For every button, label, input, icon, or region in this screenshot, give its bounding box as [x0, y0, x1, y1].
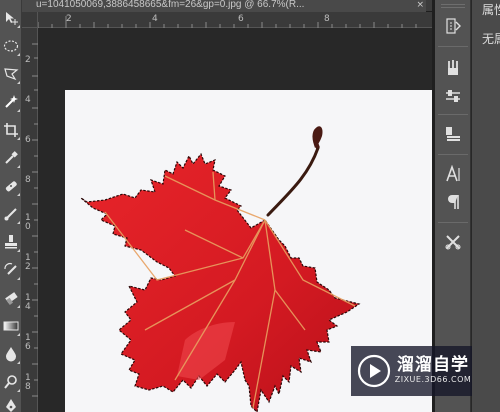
horizontal-ruler[interactable] [38, 12, 432, 28]
horizontal-ruler-mark: 4 [152, 14, 158, 24]
lasso-tool-icon[interactable] [0, 60, 22, 88]
history-icon[interactable] [439, 14, 467, 38]
brush-tool-icon[interactable] [0, 200, 22, 228]
history-brush-tool-icon[interactable] [0, 256, 22, 284]
move-tool-icon[interactable] [0, 4, 22, 32]
marquee-tool-icon[interactable] [0, 32, 22, 60]
panel-separator [438, 46, 468, 47]
panel-separator [438, 154, 468, 155]
watermark: 溜溜自学 ZIXUE.3D66.COM [351, 346, 472, 396]
panel-separator [438, 114, 468, 115]
watermark-logo-icon [357, 354, 391, 388]
vertical-ruler-mark: 8 [25, 175, 31, 185]
horizontal-ruler-ticks [38, 16, 417, 28]
vertical-ruler-mark: 1 4 [25, 293, 31, 312]
tools-icon[interactable] [439, 230, 467, 254]
watermark-brand: 溜溜自学 [397, 355, 469, 375]
blur-tool-icon[interactable] [0, 340, 22, 368]
tools-toolbar [0, 0, 22, 412]
watermark-url: ZIXUE.3D66.COM [394, 375, 472, 384]
horizontal-ruler-mark: 6 [238, 14, 244, 24]
vertical-ruler[interactable]: 2 4 6 8 1 0 1 2 1 4 1 6 1 8 [22, 28, 38, 412]
panel-grip-icon[interactable] [441, 4, 465, 8]
brush-presets-icon[interactable] [439, 56, 467, 80]
gradient-tool-icon[interactable] [0, 312, 22, 340]
horizontal-ruler-mark: 2 [66, 14, 72, 24]
healing-brush-tool-icon[interactable] [0, 172, 22, 200]
adjustments-icon[interactable] [439, 84, 467, 108]
crop-tool-icon[interactable] [0, 116, 22, 144]
eraser-tool-icon[interactable] [0, 284, 22, 312]
magic-wand-tool-icon[interactable] [0, 88, 22, 116]
vertical-ruler-mark: 1 2 [25, 253, 31, 272]
vertical-ruler-mark: 1 0 [25, 213, 31, 232]
properties-panel-title[interactable]: 属性 [482, 1, 500, 18]
eyedropper-tool-icon[interactable] [0, 144, 22, 172]
ruler-origin[interactable] [22, 12, 38, 28]
document-tab-bar: u=1041050069,3886458665&fm=26&gp=0.jpg @… [22, 0, 432, 12]
vertical-ruler-mark: 1 8 [25, 373, 31, 392]
clone-stamp-tool-icon[interactable] [0, 228, 22, 256]
properties-panel: 属性 无属性 [472, 0, 500, 412]
vertical-ruler-mark: 4 [25, 95, 31, 105]
vertical-ruler-mark: 2 [25, 55, 31, 65]
pen-tool-icon[interactable] [0, 392, 22, 412]
paragraph-icon[interactable] [439, 190, 467, 214]
document-tab-title: u=1041050069,3886458665&fm=26&gp=0.jpg @… [36, 0, 305, 10]
vertical-ruler-mark: 1 6 [25, 333, 31, 352]
close-icon[interactable]: × [416, 0, 424, 11]
layers-icon[interactable] [439, 122, 467, 146]
properties-panel-value: 无属性 [482, 32, 500, 46]
document-tab[interactable]: u=1041050069,3886458665&fm=26&gp=0.jpg @… [22, 0, 426, 12]
character-icon[interactable] [439, 162, 467, 186]
panel-separator [438, 222, 468, 223]
horizontal-ruler-mark: 8 [324, 14, 330, 24]
vertical-ruler-mark: 6 [25, 135, 31, 145]
